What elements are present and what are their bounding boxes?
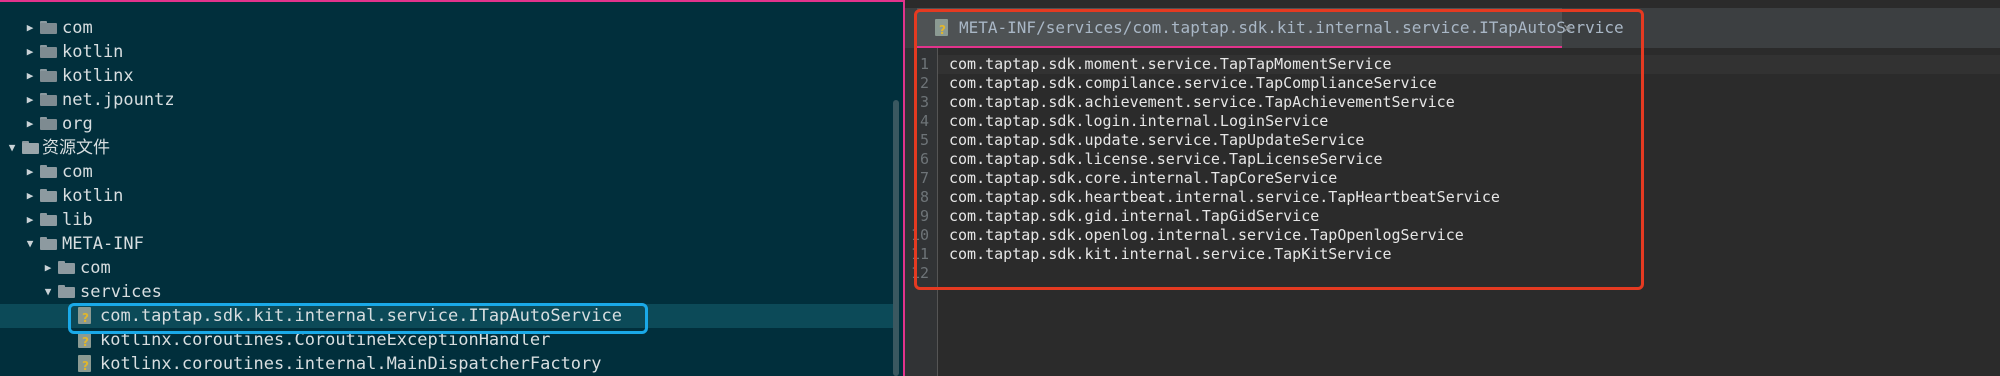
- line-number: 1: [919, 55, 929, 73]
- chevron-right-icon[interactable]: ▶: [22, 208, 38, 232]
- code-line[interactable]: com.taptap.sdk.compilance.service.TapCom…: [949, 74, 1437, 93]
- tree-folder-item[interactable]: ▶ org: [0, 112, 895, 136]
- folder-icon: [40, 165, 57, 178]
- close-icon[interactable]: ×: [1563, 8, 1572, 48]
- package-icon: [40, 45, 57, 58]
- package-icon: [40, 69, 57, 82]
- folder-icon: [40, 237, 57, 250]
- folder-icon: [58, 285, 75, 298]
- editor-tab[interactable]: ? META-INF/services/com.taptap.sdk.kit.i…: [917, 8, 1624, 48]
- chevron-right-icon[interactable]: ▶: [22, 184, 38, 208]
- tree-folder-item[interactable]: ▶ com: [0, 160, 895, 184]
- tree-file-item[interactable]: ? com.taptap.sdk.kit.internal.service.ITa…: [0, 304, 895, 328]
- tree-item-label: com: [62, 18, 93, 38]
- tree-folder-item[interactable]: ▶ com: [0, 256, 895, 280]
- tree-file-item[interactable]: ? kotlinx.coroutines.internal.MainDispatc…: [0, 352, 895, 376]
- tree-folder-item[interactable]: ▶ com: [0, 16, 895, 40]
- tree-item-label: kotlinx.coroutines.CoroutineExceptionHan…: [100, 330, 551, 350]
- tree-item-label: kotlin: [62, 186, 124, 206]
- tree-item-label: com: [62, 162, 93, 182]
- folder-icon: [22, 141, 39, 154]
- chevron-right-icon[interactable]: ▶: [40, 256, 56, 280]
- tree-item-label: lib: [62, 210, 93, 230]
- folder-icon: [40, 189, 57, 202]
- tree-folder-item[interactable]: ▼ 资源文件: [0, 136, 895, 160]
- chevron-right-icon[interactable]: ▶: [22, 112, 38, 136]
- tree-folder-item[interactable]: ▶ lib: [0, 208, 895, 232]
- chevron-down-icon[interactable]: ▼: [4, 136, 20, 160]
- tree-folder-item[interactable]: ▶ kotlinx: [0, 64, 895, 88]
- chevron-right-icon[interactable]: ▶: [22, 64, 38, 88]
- file-icon: ?: [78, 331, 91, 348]
- editor-tab-bar: ? META-INF/services/com.taptap.sdk.kit.i…: [905, 8, 2000, 48]
- folder-icon: [40, 213, 57, 226]
- code-line[interactable]: com.taptap.sdk.license.service.TapLicens…: [949, 150, 1382, 169]
- tree-top-edge: [0, 0, 905, 3]
- code-line[interactable]: com.taptap.sdk.core.internal.TapCoreServ…: [949, 169, 1337, 188]
- tree-item-label: net.jpountz: [62, 90, 175, 110]
- code-line[interactable]: com.taptap.sdk.login.internal.LoginServi…: [949, 112, 1328, 131]
- active-tab-indicator: [917, 46, 1562, 48]
- code-line[interactable]: com.taptap.sdk.heartbeat.internal.servic…: [949, 188, 1500, 207]
- line-number: 10: [910, 226, 929, 244]
- package-icon: [40, 93, 57, 106]
- chevron-right-icon[interactable]: ▶: [22, 16, 38, 40]
- package-icon: [40, 21, 57, 34]
- line-number: 7: [919, 169, 929, 187]
- code-line[interactable]: com.taptap.sdk.moment.service.TapTapMome…: [949, 55, 1392, 74]
- tree-folder-item[interactable]: ▼ services: [0, 280, 895, 304]
- tree-item-label: kotlin: [62, 42, 124, 62]
- chevron-down-icon[interactable]: ▼: [40, 280, 56, 304]
- tree-item-label: org: [62, 114, 93, 134]
- tree-scrollbar[interactable]: [893, 100, 899, 376]
- chevron-down-icon[interactable]: ▼: [22, 232, 38, 256]
- code-line[interactable]: com.taptap.sdk.update.service.TapUpdateS…: [949, 131, 1364, 150]
- file-icon: ?: [935, 19, 948, 36]
- tree-item-label: kotlinx.coroutines.internal.MainDispatch…: [100, 354, 602, 374]
- file-icon: ?: [78, 307, 91, 324]
- code-line[interactable]: com.taptap.sdk.gid.internal.TapGidServic…: [949, 207, 1319, 226]
- line-number-gutter: 1 2 3 4 5 6 7 8 9 10 11 12: [905, 48, 938, 376]
- tree-item-label: com: [80, 258, 111, 278]
- tree-folder-item[interactable]: ▶ net.jpountz: [0, 88, 895, 112]
- tree-item-label: 资源文件: [42, 138, 110, 158]
- line-number: 8: [919, 188, 929, 206]
- chevron-right-icon[interactable]: ▶: [22, 160, 38, 184]
- chevron-right-icon[interactable]: ▶: [22, 40, 38, 64]
- package-icon: [40, 117, 57, 130]
- code-line[interactable]: com.taptap.sdk.openlog.internal.service.…: [949, 226, 1464, 245]
- editor-tab-title: META-INF/services/com.taptap.sdk.kit.int…: [959, 18, 1624, 37]
- line-number: 3: [919, 93, 929, 111]
- line-number: 2: [919, 74, 929, 92]
- editor-panel: ? META-INF/services/com.taptap.sdk.kit.i…: [905, 0, 2000, 376]
- tree-item-label: kotlinx: [62, 66, 134, 86]
- folder-icon: [58, 261, 75, 274]
- tree-item-label: com.taptap.sdk.kit.internal.service.ITap…: [100, 306, 622, 326]
- code-line[interactable]: com.taptap.sdk.kit.internal.service.TapK…: [949, 245, 1392, 264]
- tree-folder-item[interactable]: ▶ kotlin: [0, 184, 895, 208]
- chevron-right-icon[interactable]: ▶: [22, 88, 38, 112]
- tree-file-item[interactable]: ? kotlinx.coroutines.CoroutineExceptionHa…: [0, 328, 895, 352]
- line-number: 5: [919, 131, 929, 149]
- line-number: 4: [919, 112, 929, 130]
- line-number: 9: [919, 207, 929, 225]
- tree-item-label: services: [80, 282, 162, 302]
- code-line[interactable]: com.taptap.sdk.achievement.service.TapAc…: [949, 93, 1455, 112]
- line-number: 11: [910, 245, 929, 263]
- line-number: 6: [919, 150, 929, 168]
- tree-item-label: META-INF: [62, 234, 144, 254]
- file-icon: ?: [78, 355, 91, 372]
- line-number: 12: [910, 264, 929, 282]
- project-tree-panel: ▶ com ▶ kotlin ▶ kotlinx ▶ net.jpountz ▶ org ▼ 资源文件…: [0, 0, 905, 376]
- tree-folder-item[interactable]: ▶ kotlin: [0, 40, 895, 64]
- tree-folder-item[interactable]: ▼ META-INF: [0, 232, 895, 256]
